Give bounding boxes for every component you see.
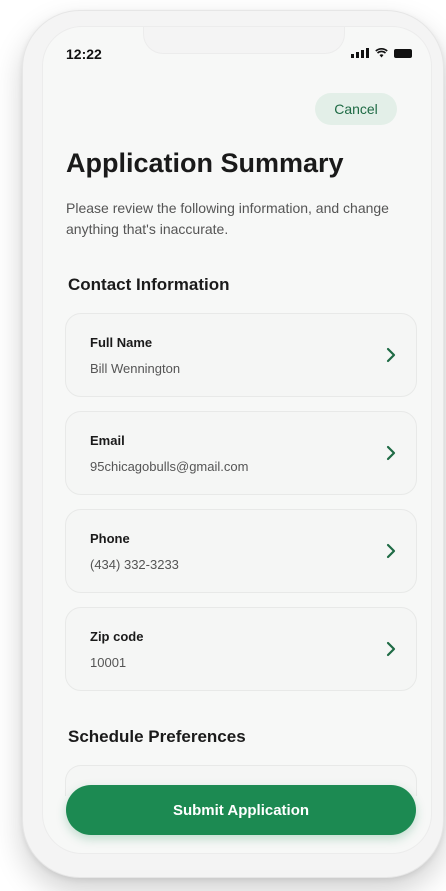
page-title: Application Summary xyxy=(66,148,344,178)
field-value: 10001 xyxy=(90,655,127,670)
section-heading-schedule: Schedule Preferences xyxy=(68,727,246,746)
field-value: 95chicagobulls@gmail.com xyxy=(90,459,249,474)
field-value: Bill Wennington xyxy=(90,361,181,376)
cancel-button[interactable]: Cancel xyxy=(315,93,397,125)
chevron-right-icon xyxy=(386,543,396,559)
signal-icon xyxy=(351,48,369,58)
field-card-full-name[interactable]: Full Name Bill Wennington xyxy=(65,313,417,397)
battery-icon xyxy=(394,48,412,58)
status-icons xyxy=(351,48,412,58)
field-card-phone[interactable]: Phone (434) 332-3233 xyxy=(65,509,417,593)
notch xyxy=(143,27,345,54)
field-label: Phone xyxy=(90,531,130,546)
chevron-right-icon xyxy=(386,347,396,363)
chevron-right-icon xyxy=(386,445,396,461)
submit-application-button[interactable]: Submit Application xyxy=(66,785,416,835)
chevron-right-icon xyxy=(386,641,396,657)
field-card-email[interactable]: Email 95chicagobulls@gmail.com xyxy=(65,411,417,495)
field-card-zip-code[interactable]: Zip code 10001 xyxy=(65,607,417,691)
field-label: Zip code xyxy=(90,629,144,644)
status-time: 12:22 xyxy=(66,46,102,62)
section-heading-contact: Contact Information xyxy=(68,275,230,294)
wifi-icon xyxy=(375,48,388,58)
field-label: Email xyxy=(90,433,125,448)
page-description: Please review the following information,… xyxy=(66,200,389,237)
field-value: (434) 332-3233 xyxy=(90,557,179,572)
field-label: Full Name xyxy=(90,335,153,350)
